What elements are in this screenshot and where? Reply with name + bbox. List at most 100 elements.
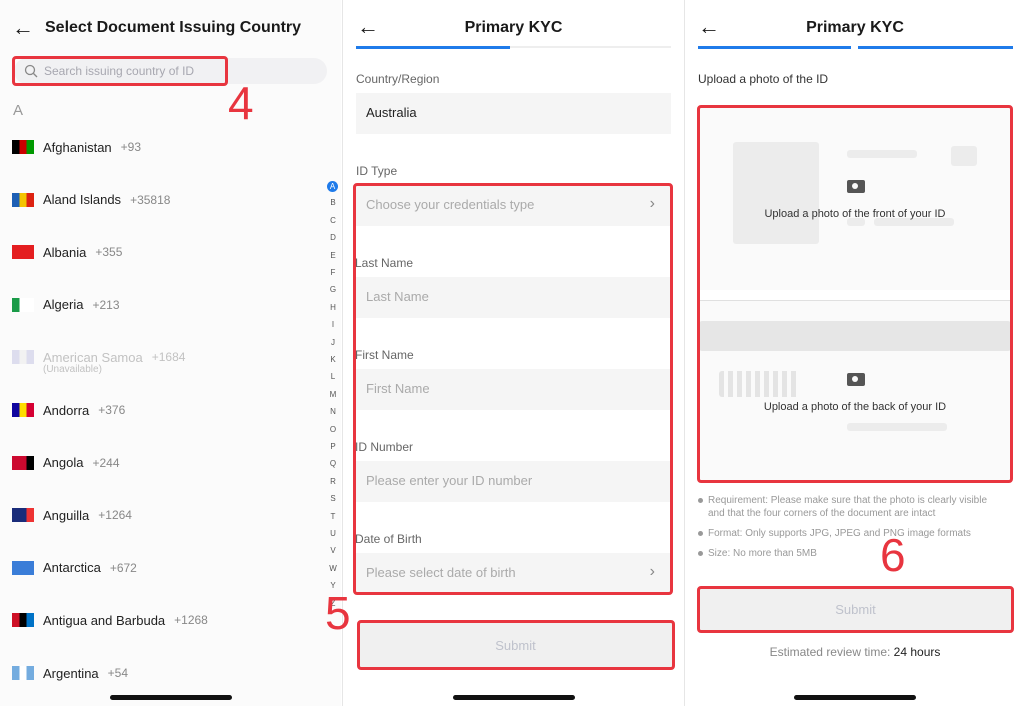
dial-code: +244 bbox=[92, 455, 120, 470]
kyc-upload-screen: ← Primary KYC Upload a photo of the ID U… bbox=[684, 0, 1024, 706]
country-name: Anguilla bbox=[43, 507, 90, 523]
country-item[interactable]: Argentina +54 bbox=[12, 663, 128, 683]
flag-icon bbox=[12, 192, 34, 207]
country-name: Aland Islands bbox=[43, 192, 122, 208]
dial-code: +35818 bbox=[130, 192, 171, 207]
review-time: Estimated review time: 24 hours bbox=[685, 645, 1024, 659]
country-name: Afghanistan bbox=[43, 139, 112, 155]
annotation-box bbox=[12, 56, 228, 86]
index-letter[interactable]: E bbox=[326, 251, 340, 260]
dial-code: +54 bbox=[107, 666, 129, 680]
step-1-progress bbox=[356, 46, 510, 49]
index-letter[interactable]: U bbox=[326, 529, 340, 538]
review-time-value: 24 hours bbox=[893, 645, 941, 659]
flag-icon bbox=[12, 297, 34, 312]
index-letter[interactable]: J bbox=[326, 338, 340, 347]
dial-code: +1268 bbox=[174, 613, 208, 628]
index-letter[interactable]: H bbox=[326, 303, 340, 312]
step-2-progress bbox=[510, 46, 671, 48]
index-letter[interactable]: S bbox=[326, 494, 340, 503]
country-item[interactable]: Algeria +213 bbox=[12, 295, 120, 315]
country-name: Antigua and Barbuda bbox=[43, 612, 166, 628]
dial-code: +355 bbox=[95, 245, 123, 260]
annotation-box bbox=[697, 586, 1014, 633]
step-1-progress bbox=[698, 46, 851, 49]
dial-code: +1264 bbox=[98, 508, 132, 523]
index-letter[interactable]: C bbox=[326, 216, 340, 225]
country-name: Albania bbox=[43, 244, 87, 260]
step-2-progress bbox=[858, 46, 1013, 49]
format-note: Format: Only supports JPG, JPEG and PNG … bbox=[698, 527, 998, 540]
flag-icon bbox=[12, 403, 34, 417]
index-letter[interactable]: A bbox=[327, 181, 338, 192]
flag-icon bbox=[12, 245, 34, 260]
country-item[interactable]: Andorra +376 bbox=[12, 400, 125, 420]
annotation-number: 4 bbox=[228, 77, 254, 129]
flag-icon bbox=[12, 508, 34, 523]
annotation-number: 5 bbox=[325, 587, 351, 639]
dial-code: +1684 bbox=[151, 350, 186, 365]
index-letter[interactable]: K bbox=[326, 355, 340, 364]
flag-icon bbox=[12, 613, 34, 628]
index-letter[interactable]: G bbox=[326, 285, 340, 294]
page-title: Primary KYC bbox=[806, 19, 904, 36]
index-letter[interactable]: M bbox=[326, 390, 340, 399]
annotation-box bbox=[357, 620, 675, 670]
flag-icon bbox=[12, 455, 34, 470]
index-letter[interactable]: R bbox=[326, 477, 340, 486]
index-letter[interactable]: W bbox=[326, 564, 340, 573]
country-name: Angola bbox=[43, 455, 84, 471]
index-letter[interactable]: V bbox=[326, 546, 340, 555]
index-letter[interactable]: O bbox=[326, 425, 340, 434]
country-item[interactable]: Antigua and Barbuda +1268 bbox=[12, 610, 208, 630]
country-name: Argentina bbox=[43, 665, 99, 681]
size-note: Size: No more than 5MB bbox=[698, 547, 998, 560]
home-indicator bbox=[794, 695, 916, 700]
section-header: A bbox=[13, 102, 24, 119]
index-letter[interactable]: N bbox=[326, 407, 340, 416]
country-item[interactable]: Afghanistan +93 bbox=[12, 137, 141, 157]
index-letter[interactable]: L bbox=[326, 372, 340, 381]
flag-icon bbox=[12, 666, 34, 680]
country-name: Antarctica bbox=[43, 560, 101, 576]
country-name: American Samoa bbox=[43, 349, 143, 365]
flag-icon bbox=[12, 560, 34, 575]
country-item[interactable]: Albania +355 bbox=[12, 242, 122, 262]
dial-code: +213 bbox=[92, 297, 120, 312]
dial-code: +672 bbox=[109, 560, 137, 575]
annotation-box bbox=[697, 105, 1013, 483]
annotation-box bbox=[353, 183, 673, 595]
flag-icon bbox=[12, 350, 34, 365]
country-field[interactable]: Australia bbox=[356, 93, 671, 134]
index-letter[interactable]: F bbox=[326, 268, 340, 277]
dial-code: +376 bbox=[98, 403, 126, 417]
index-letter[interactable]: Q bbox=[326, 459, 340, 468]
back-arrow-icon[interactable]: ← bbox=[12, 17, 34, 39]
index-letter[interactable]: T bbox=[326, 512, 340, 521]
page-title: Primary KYC bbox=[464, 19, 563, 36]
country-name: Andorra bbox=[43, 402, 90, 418]
index-letter[interactable]: P bbox=[326, 442, 340, 451]
index-letter[interactable]: B bbox=[326, 198, 340, 207]
flag-icon bbox=[12, 140, 34, 154]
country-item[interactable]: Angola +244 bbox=[12, 453, 120, 473]
country-item[interactable]: Aland Islands +35818 bbox=[12, 190, 170, 210]
requirement-note: Requirement: Please make sure that the p… bbox=[698, 494, 998, 520]
home-indicator bbox=[110, 695, 232, 700]
annotation-number: 6 bbox=[880, 529, 906, 581]
upload-heading: Upload a photo of the ID bbox=[698, 72, 829, 86]
country-item[interactable]: Anguilla +1264 bbox=[12, 505, 132, 525]
dial-code: +93 bbox=[120, 140, 142, 154]
kyc-form-screen: ← Primary KYC Country/Region Australia I… bbox=[325, 0, 683, 706]
country-item[interactable]: Antarctica +672 bbox=[12, 558, 137, 578]
page-title: Select Document Issuing Country bbox=[45, 19, 302, 36]
index-letter[interactable]: D bbox=[326, 233, 340, 242]
unavailable-note: (Unavailable) bbox=[43, 364, 102, 376]
country-name: Algeria bbox=[43, 297, 84, 313]
home-indicator bbox=[453, 695, 575, 700]
country-select-screen: ← Select Document Issuing Country Search… bbox=[0, 0, 341, 706]
field-label: ID Type bbox=[356, 164, 398, 178]
country-label: Country/Region bbox=[356, 72, 440, 86]
index-letter[interactable]: I bbox=[326, 320, 340, 329]
review-time-label: Estimated review time: bbox=[769, 645, 891, 659]
